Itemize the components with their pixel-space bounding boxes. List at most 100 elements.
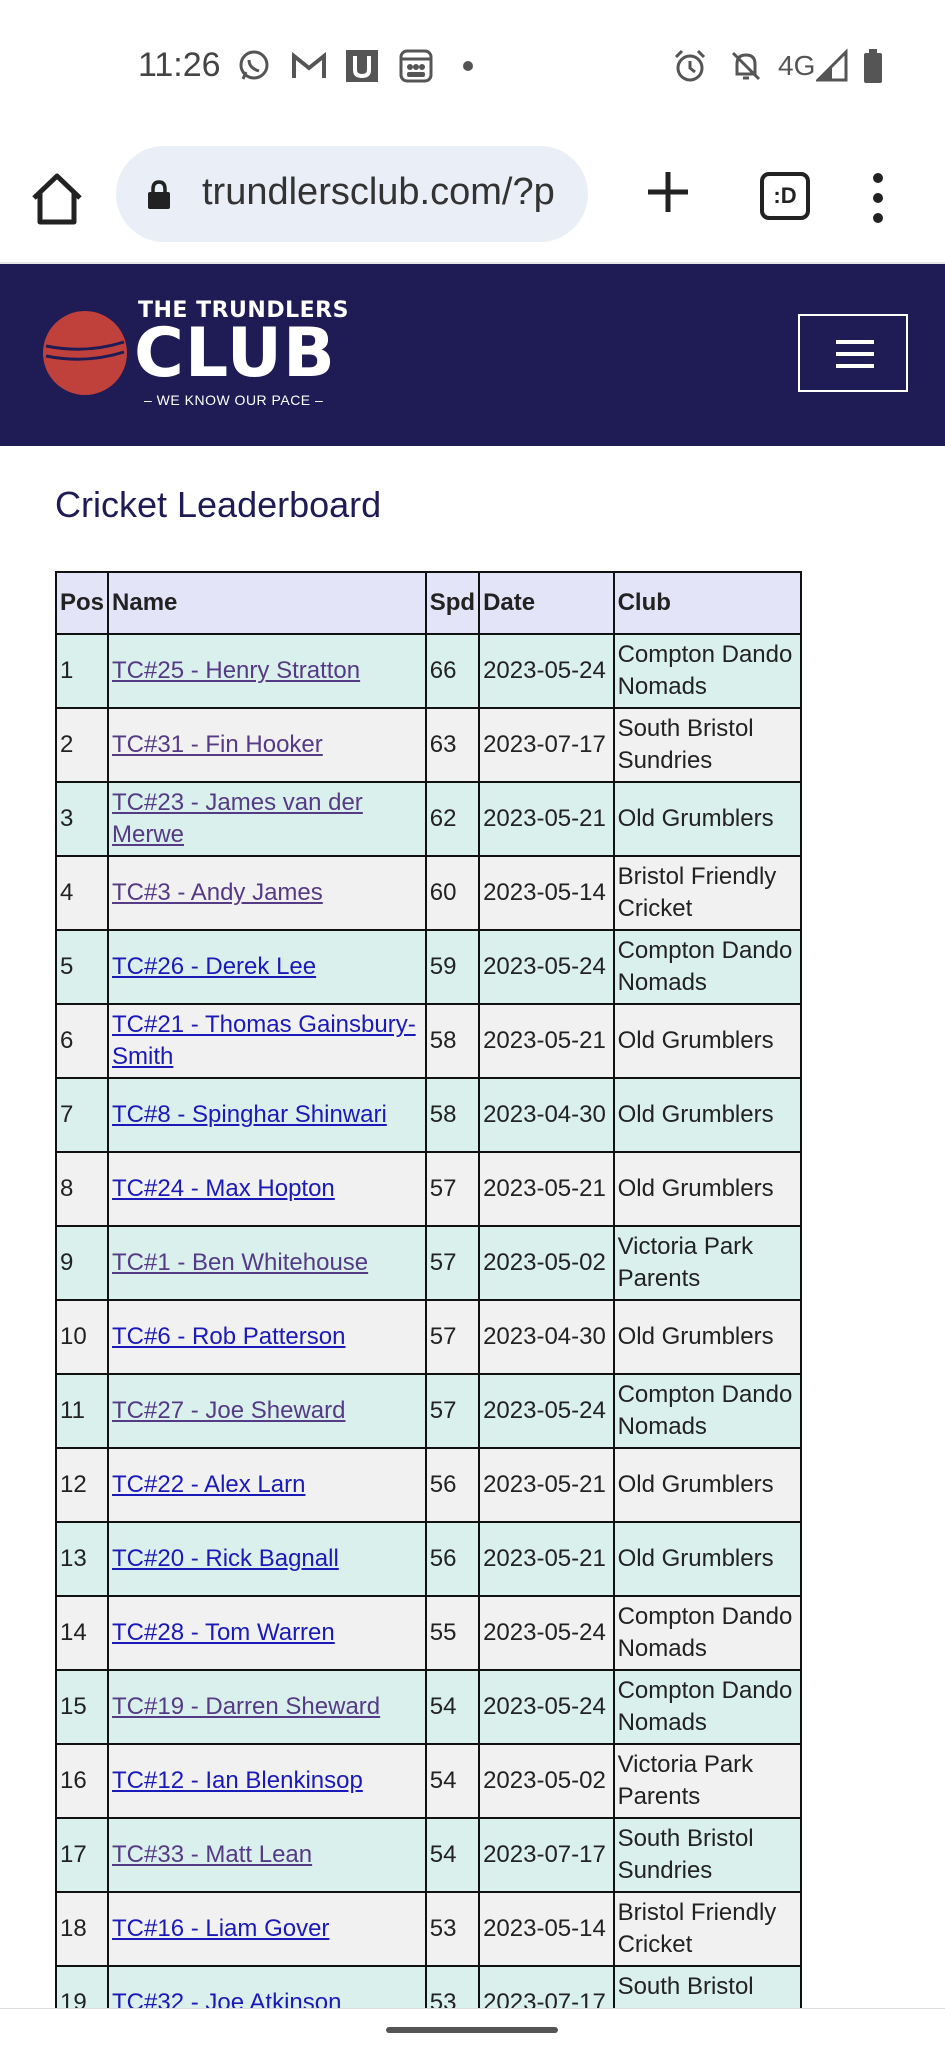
table-row: 5 TC#26 - Derek Lee 59 2023-05-24 Compton Da…: [54, 929, 803, 1005]
player-link[interactable]: TC#25 - Henry Stratton: [112, 657, 360, 684]
cell-pos: 4: [54, 855, 110, 931]
hamburger-menu-button[interactable]: [798, 314, 908, 392]
player-link[interactable]: TC#22 - Alex Larn: [112, 1471, 305, 1498]
cell-club: Old Grumblers: [612, 1003, 803, 1079]
cell-club: Compton Dando Nomads: [612, 1373, 803, 1449]
player-link[interactable]: TC#26 - Derek Lee: [112, 953, 316, 980]
cell-club: Bristol Friendly Cricket: [612, 855, 803, 931]
cell-club: Compton Dando Nomads: [612, 929, 803, 1005]
cell-spd: 55: [424, 1595, 481, 1671]
leaderboard-table: Pos Name Spd Date Club 1 TC#25 - Henry St…: [54, 571, 803, 2041]
cell-date: 2023-07-17: [478, 1817, 615, 1893]
cell-spd: 62: [424, 781, 481, 857]
table-row: 12 TC#22 - Alex Larn 56 2023-05-21 Old Grumb…: [54, 1447, 803, 1523]
cell-spd: 66: [424, 633, 481, 709]
cell-date: 2023-05-02: [478, 1225, 615, 1301]
logo-tagline: – WE KNOW OUR PACE –: [144, 392, 324, 408]
cell-pos: 9: [54, 1225, 110, 1301]
player-link[interactable]: TC#27 - Joe Sheward: [112, 1397, 345, 1424]
player-link[interactable]: TC#23 - James van der Merwe: [112, 789, 363, 848]
hamburger-line: [836, 340, 874, 344]
cell-spd: 58: [424, 1077, 481, 1153]
cell-club: Compton Dando Nomads: [612, 633, 803, 709]
cell-date: 2023-05-14: [478, 1891, 615, 1967]
table-row: 9 TC#1 - Ben Whitehouse 57 2023-05-02 Victor…: [54, 1225, 803, 1301]
cell-spd: 59: [424, 929, 481, 1005]
cell-name: TC#33 - Matt Lean: [107, 1817, 427, 1893]
whatsapp-icon: [239, 50, 269, 80]
hamburger-line: [836, 364, 874, 368]
cell-pos: 14: [54, 1595, 110, 1671]
tab-switcher-button[interactable]: :D: [760, 172, 810, 220]
browser-toolbar: trundlersclub.com/?p :D: [0, 130, 945, 264]
cell-date: 2023-05-14: [478, 855, 615, 931]
cell-date: 2023-05-21: [478, 1151, 615, 1227]
cell-date: 2023-05-24: [478, 929, 615, 1005]
cell-club: Bristol Friendly Cricket: [612, 1891, 803, 1967]
table-row: 7 TC#8 - Spinghar Shinwari 58 2023-04-30 Old…: [54, 1077, 803, 1153]
player-link[interactable]: TC#21 - Thomas Gainsbury-Smith: [112, 1011, 416, 1070]
cell-pos: 18: [54, 1891, 110, 1967]
url-text[interactable]: trundlersclub.com/?p: [202, 171, 582, 214]
player-link[interactable]: TC#19 - Darren Sheward: [112, 1693, 380, 1720]
cell-spd: 63: [424, 707, 481, 783]
player-link[interactable]: TC#12 - Ian Blenkinsop: [112, 1767, 363, 1794]
cell-club: Victoria Park Parents: [612, 1743, 803, 1819]
cell-pos: 15: [54, 1669, 110, 1745]
cell-spd: 54: [424, 1817, 481, 1893]
cell-date: 2023-04-30: [478, 1299, 615, 1375]
cell-club: Old Grumblers: [612, 781, 803, 857]
overflow-menu-icon[interactable]: [868, 170, 888, 226]
lock-icon[interactable]: [146, 180, 172, 210]
player-link[interactable]: TC#31 - Fin Hooker: [112, 731, 323, 758]
cell-spd: 57: [424, 1373, 481, 1449]
player-link[interactable]: TC#1 - Ben Whitehouse: [112, 1249, 368, 1276]
cell-pos: 13: [54, 1521, 110, 1597]
cell-name: TC#19 - Darren Sheward: [107, 1669, 427, 1745]
player-link[interactable]: TC#24 - Max Hopton: [112, 1175, 335, 1202]
cell-spd: 53: [424, 1891, 481, 1967]
cell-club: Compton Dando Nomads: [612, 1669, 803, 1745]
cell-name: TC#22 - Alex Larn: [107, 1447, 427, 1523]
player-link[interactable]: TC#8 - Spinghar Shinwari: [112, 1101, 387, 1128]
cell-name: TC#23 - James van der Merwe: [107, 781, 427, 857]
cell-club: Old Grumblers: [612, 1299, 803, 1375]
new-tab-icon[interactable]: [640, 164, 696, 220]
player-link[interactable]: TC#20 - Rick Bagnall: [112, 1545, 339, 1572]
table-row: 10 TC#6 - Rob Patterson 57 2023-04-30 Old Gr…: [54, 1299, 803, 1375]
cell-club: Old Grumblers: [612, 1077, 803, 1153]
player-link[interactable]: TC#3 - Andy James: [112, 879, 323, 906]
cell-club: Old Grumblers: [612, 1521, 803, 1597]
gmail-icon: [292, 51, 326, 78]
cell-date: 2023-04-30: [478, 1077, 615, 1153]
cell-pos: 12: [54, 1447, 110, 1523]
logo-main-text[interactable]: CLUB: [134, 314, 336, 394]
cell-date: 2023-05-21: [478, 1003, 615, 1079]
url-bar[interactable]: trundlersclub.com/?p: [116, 146, 588, 242]
cell-name: TC#28 - Tom Warren: [107, 1595, 427, 1671]
alarm-icon: [674, 49, 706, 82]
hamburger-line: [836, 352, 874, 356]
cell-date: 2023-05-21: [478, 1447, 615, 1523]
cell-pos: 2: [54, 707, 110, 783]
player-link[interactable]: TC#28 - Tom Warren: [112, 1619, 335, 1646]
player-link[interactable]: TC#6 - Rob Patterson: [112, 1323, 345, 1350]
cell-club: Compton Dando Nomads: [612, 1595, 803, 1671]
home-icon[interactable]: [28, 170, 86, 228]
cell-club: South Bristol Sundries: [612, 707, 803, 783]
player-link[interactable]: TC#33 - Matt Lean: [112, 1841, 312, 1868]
table-row: 1 TC#25 - Henry Stratton 66 2023-05-24 Compt…: [54, 633, 803, 709]
cell-name: TC#12 - Ian Blenkinsop: [107, 1743, 427, 1819]
player-link[interactable]: TC#16 - Liam Gover: [112, 1915, 329, 1942]
signal-icon: [816, 48, 848, 82]
cell-pos: 16: [54, 1743, 110, 1819]
cricket-ball-logo-icon[interactable]: [42, 310, 128, 396]
table-row: 13 TC#20 - Rick Bagnall 56 2023-05-21 Old Gr…: [54, 1521, 803, 1597]
home-gesture-handle[interactable]: [386, 2027, 558, 2033]
table-row: 15 TC#19 - Darren Sheward 54 2023-05-24 Comp…: [54, 1669, 803, 1745]
cell-spd: 56: [424, 1521, 481, 1597]
cell-spd: 56: [424, 1447, 481, 1523]
cell-club: Victoria Park Parents: [612, 1225, 803, 1301]
cell-name: TC#21 - Thomas Gainsbury-Smith: [107, 1003, 427, 1079]
cell-name: TC#1 - Ben Whitehouse: [107, 1225, 427, 1301]
